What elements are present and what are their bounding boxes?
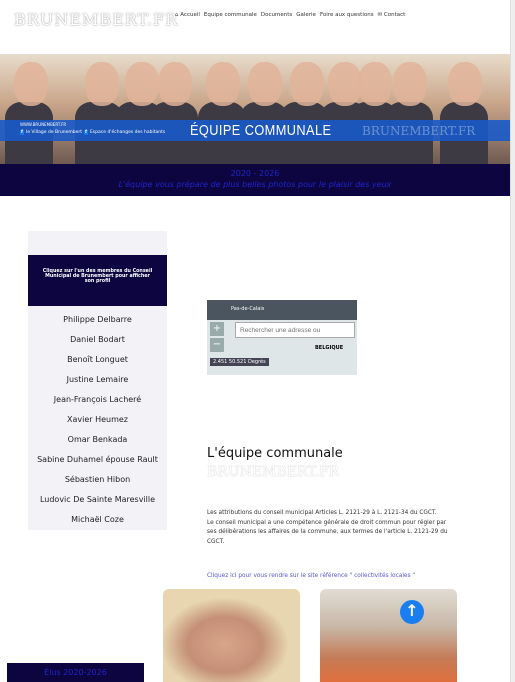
- banner-subtitle: L'équipe vous prépare de plus belles pho…: [118, 180, 392, 189]
- map-widget[interactable]: Pas-de-Calais + − BELGIQUE 2.451 50.521 …: [207, 300, 357, 375]
- members-sidebar: Cliquez sur l'un des membres du Conseil …: [28, 231, 167, 530]
- facebook-icon: f: [84, 130, 88, 135]
- banner: 2020 - 2026 L'équipe vous prépare de plu…: [0, 164, 510, 196]
- member-link[interactable]: Sabine Duhamel épouse Rault: [28, 453, 167, 473]
- nav-label: Accueil: [180, 12, 200, 18]
- paragraph: Les attributions du conseil municipal Ar…: [207, 510, 437, 516]
- members-list: Philippe Delbarre Daniel Bodart Benoît L…: [28, 313, 167, 533]
- member-link[interactable]: Benoît Longuet: [28, 353, 167, 373]
- scroll-top-button[interactable]: ↑: [400, 600, 424, 624]
- hero-band: WWW.BRUNEMBERT.FR f le Village de Brunemb…: [0, 120, 510, 141]
- hero-team-photo: WWW.BRUNEMBERT.FR f le Village de Brunemb…: [0, 54, 510, 164]
- member-link[interactable]: Sébastien Hibon: [28, 473, 167, 493]
- hero-watermark: BRUNEMBERT.FR: [362, 124, 476, 138]
- member-photo[interactable]: [320, 589, 457, 682]
- nav-equipe[interactable]: Equipe communale: [204, 12, 257, 18]
- member-link[interactable]: Justine Lemaire: [28, 373, 167, 393]
- facebook-link-habitants[interactable]: f Espace d'échanges des habitants: [84, 130, 165, 135]
- section-text: Les attributions du conseil municipal Ar…: [207, 509, 457, 547]
- member-link[interactable]: Xavier Heumez: [28, 413, 167, 433]
- hero-www: WWW.BRUNEMBERT.FR: [20, 122, 67, 127]
- banner-years: 2020 - 2026: [230, 169, 280, 178]
- fb-label: le Village de Brunembert: [25, 130, 83, 135]
- map-label: BELGIQUE: [315, 345, 344, 351]
- map-brand: Pas-de-Calais: [207, 300, 357, 320]
- member-photo[interactable]: [163, 589, 300, 682]
- scrollbar[interactable]: [510, 0, 515, 682]
- member-link[interactable]: Ludovic De Sainte Maresville: [28, 493, 167, 513]
- nav-label: Contact: [383, 12, 406, 18]
- nav-galerie[interactable]: Galerie: [296, 12, 316, 18]
- section-heading: L'équipe communale: [207, 446, 343, 461]
- member-link[interactable]: Michaël Coze: [28, 513, 167, 533]
- zoom-out-button[interactable]: −: [210, 338, 224, 352]
- member-link[interactable]: Philippe Delbarre: [28, 313, 167, 333]
- main-nav: ⌂ Accueil Equipe communale Documents Gal…: [175, 12, 405, 18]
- elus-box: Élus 2020-2026: [7, 663, 144, 682]
- collectivites-link[interactable]: Cliquez ici pour vous rendre sur le site…: [207, 573, 415, 579]
- nav-documents[interactable]: Documents: [261, 12, 292, 18]
- zoom-in-button[interactable]: +: [210, 322, 224, 336]
- member-link[interactable]: Jean-François Lacheré: [28, 393, 167, 413]
- facebook-link-village[interactable]: f le Village de Brunembert: [20, 130, 82, 135]
- member-link[interactable]: Daniel Bodart: [28, 333, 167, 353]
- site-logo[interactable]: BRUNEMBERT.FR: [14, 10, 178, 29]
- map-search-input[interactable]: [235, 322, 355, 338]
- facebook-icon: f: [20, 130, 24, 135]
- paragraph: Le conseil municipal a une compétence gé…: [207, 519, 448, 545]
- nav-accueil[interactable]: ⌂ Accueil: [175, 12, 200, 18]
- fb-label: Espace d'échanges des habitants: [89, 130, 166, 135]
- hero-title: ÉQUIPE COMMUNALE: [190, 122, 332, 139]
- section-watermark: BRUNEMBERT.FR: [207, 464, 340, 480]
- nav-contact[interactable]: ✉ Contact: [378, 12, 406, 18]
- nav-faq[interactable]: Foire aux questions: [320, 12, 374, 18]
- sidebar-intro: Cliquez sur l'un des membres du Conseil …: [28, 255, 167, 306]
- member-link[interactable]: Omar Benkada: [28, 433, 167, 453]
- map-coordinates: 2.451 50.521 Degrés: [210, 358, 269, 366]
